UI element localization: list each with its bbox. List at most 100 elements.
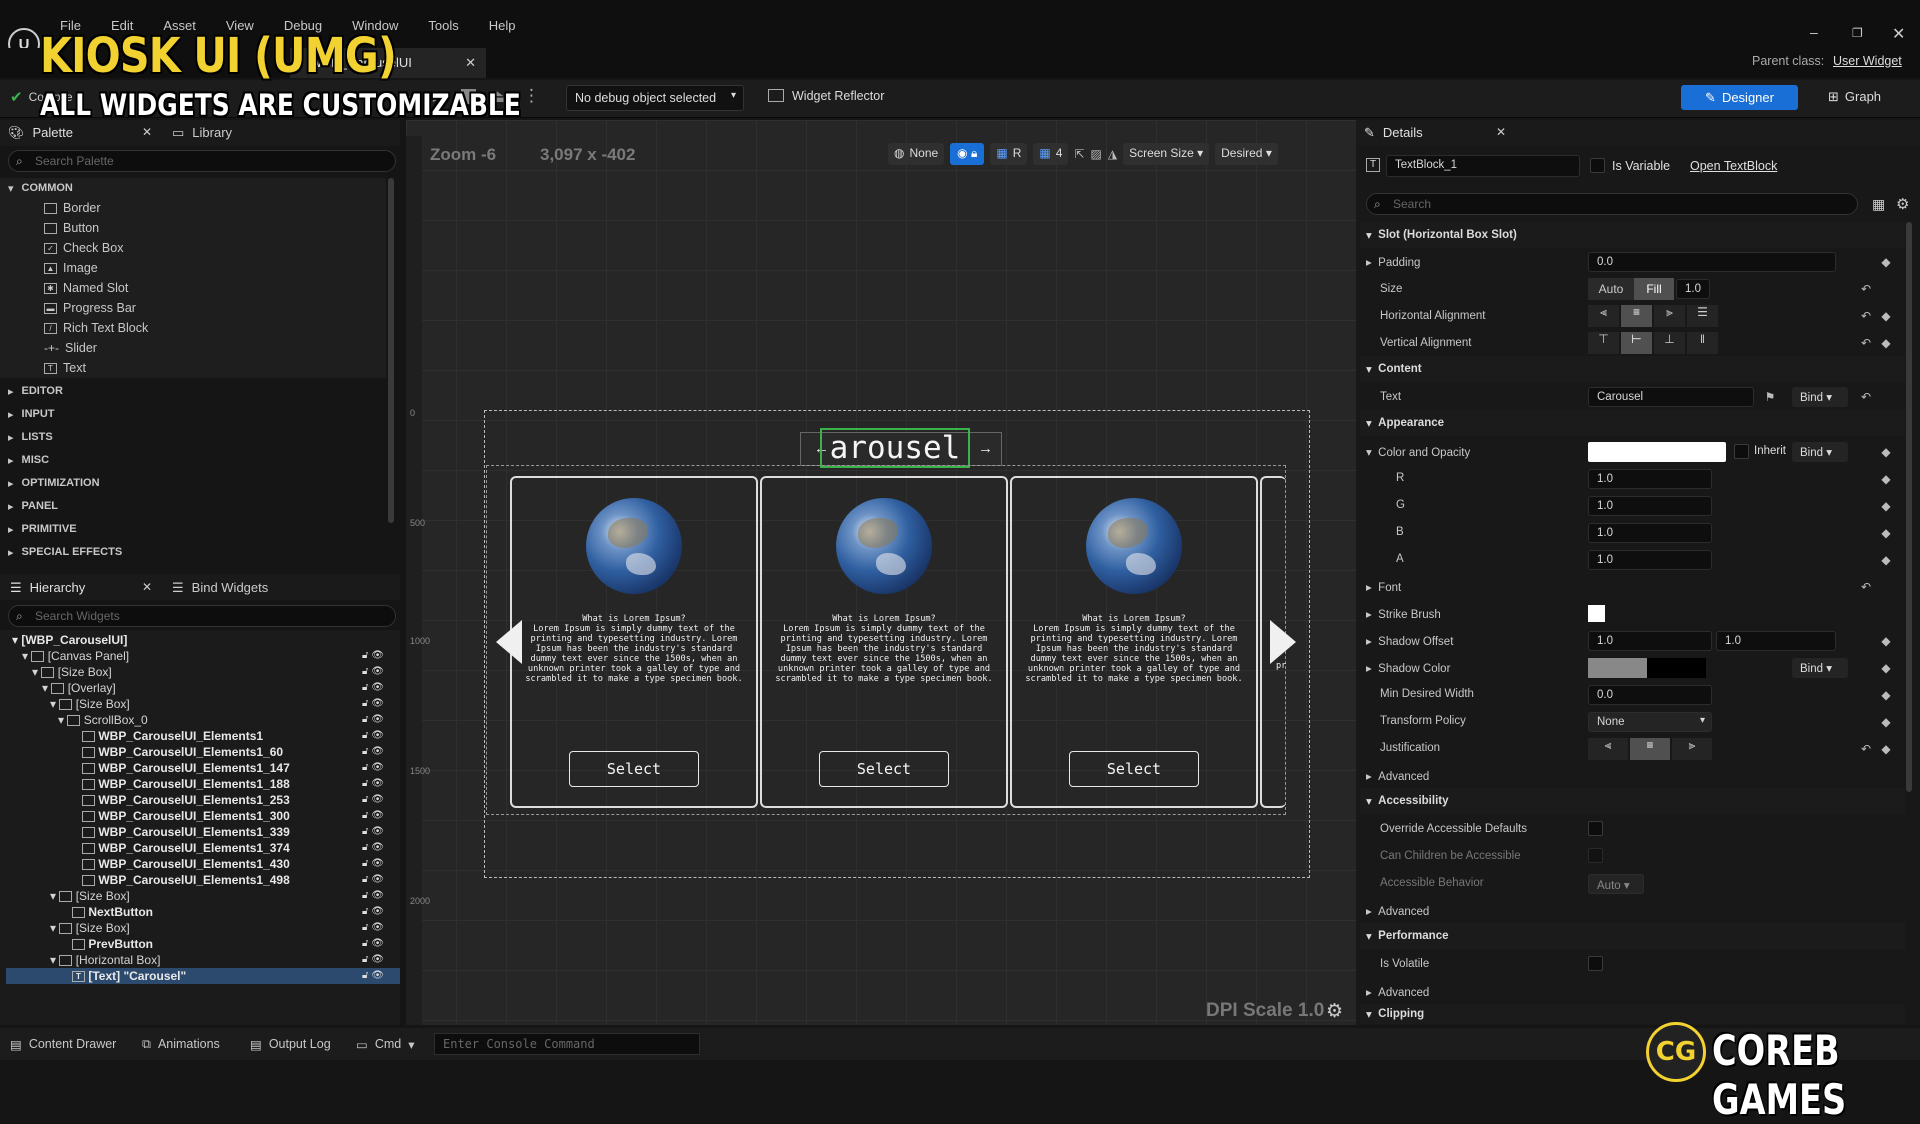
palette-item-border[interactable]: Border (44, 201, 101, 215)
lock-eye-icon[interactable]: 🔓︎ 👁︎ (362, 824, 396, 840)
tree-row-element[interactable]: WBP_CarouselUI_Elements1_253 (82, 792, 290, 808)
maximize-button[interactable]: ❐ (1852, 26, 1863, 40)
diamond-icon[interactable]: ◆ (1876, 739, 1896, 759)
align-fill-icon[interactable]: ☰ (1687, 305, 1718, 327)
section-performance[interactable]: ▾ Performance (1360, 923, 1905, 949)
lock-eye-icon[interactable]: 🔓︎ 👁︎ (362, 792, 396, 808)
cmd-select[interactable]: ▭ Cmd ▾ (356, 1037, 415, 1052)
lock-eye-icon[interactable]: 🔓︎ 👁︎ (362, 776, 396, 792)
reset-arrow-icon[interactable]: ↶ (1856, 279, 1876, 299)
diamond-icon[interactable]: ◆ (1876, 658, 1896, 678)
flag-icon[interactable]: ⚑ (1760, 387, 1780, 407)
align-right-icon[interactable]: ⫸ (1654, 305, 1685, 327)
override-accessible-checkbox[interactable] (1588, 821, 1603, 836)
close-window-button[interactable]: ✕ (1892, 24, 1905, 44)
shadow-offset-y-field[interactable]: 1.0 (1716, 631, 1836, 651)
flip-icon[interactable]: ◮ (1108, 147, 1117, 161)
lock-eye-icon[interactable]: 🔓︎ 👁︎ (362, 696, 396, 712)
hierarchy-search-input[interactable]: ⌕ Search Widgets (8, 605, 396, 627)
tab-bind-widgets[interactable]: ☰ Bind Widgets (172, 580, 268, 596)
tree-row-size-box[interactable]: ▾ [Size Box] (50, 696, 130, 712)
console-input[interactable]: Enter Console Command (434, 1033, 700, 1055)
reset-arrow-icon[interactable]: ↶ (1856, 306, 1876, 326)
debug-object-select[interactable]: No debug object selected ▾ (566, 85, 744, 111)
tree-row-element[interactable]: WBP_CarouselUI_Elements1 (82, 728, 263, 744)
select-button[interactable]: Select (1069, 751, 1199, 787)
color-bind-button[interactable]: Bind ▾ (1792, 442, 1848, 462)
diamond-icon[interactable]: ◆ (1876, 306, 1896, 326)
graph-button[interactable]: ⊞ Graph (1828, 89, 1881, 105)
tree-row-element[interactable]: WBP_CarouselUI_Elements1_339 (82, 824, 290, 840)
section-clipping[interactable]: ▾ Clipping (1360, 1004, 1905, 1024)
lock-eye-icon[interactable]: 🔓︎ 👁︎ (362, 648, 396, 664)
align-center-icon[interactable]: ≡ (1621, 305, 1652, 327)
inherit-checkbox[interactable] (1734, 444, 1749, 459)
palette-item-check-box[interactable]: ✓ Check Box (44, 241, 123, 255)
lock-eye-icon[interactable]: 🔓︎ 👁︎ (362, 920, 396, 936)
settings-gear-icon[interactable]: ⚙ (1896, 195, 1909, 213)
lock-eye-icon[interactable]: 🔓︎ 👁︎ (362, 744, 396, 760)
lock-eye-icon[interactable]: 🔓︎ 👁︎ (362, 888, 396, 904)
category-lists[interactable]: ▸ LISTS (8, 427, 53, 447)
tree-row-scrollbox[interactable]: ▾ ScrollBox_0 (58, 712, 148, 728)
tree-row-next-button[interactable]: NextButton (72, 904, 153, 920)
palette-search-input[interactable]: ⌕ Search Palette (8, 150, 396, 172)
diamond-icon[interactable]: ◆ (1876, 333, 1896, 353)
section-content[interactable]: ▾ Content (1360, 356, 1905, 382)
select-button[interactable]: Select (569, 751, 699, 787)
valign-top-icon[interactable]: ⊤ (1588, 332, 1619, 354)
is-variable-checkbox[interactable] (1590, 158, 1605, 173)
a-field[interactable]: 1.0 (1588, 550, 1712, 570)
palette-item-slider[interactable]: -+- Slider (44, 341, 97, 355)
dpi-settings-gear-icon[interactable]: ⚙ (1326, 1000, 1343, 1023)
padding-field[interactable]: 0.0 (1588, 252, 1836, 272)
tab-hierarchy[interactable]: ☰ Hierarchy (10, 580, 85, 596)
diamond-icon[interactable]: ◆ (1876, 631, 1896, 651)
menu-tools[interactable]: Tools (428, 18, 458, 33)
tree-row-text-carousel[interactable]: T [Text] "Carousel" (72, 968, 186, 984)
details-scrollbar[interactable] (1906, 222, 1912, 792)
tree-row-element[interactable]: WBP_CarouselUI_Elements1_300 (82, 808, 290, 824)
justify-left-icon[interactable]: ⫷ (1588, 738, 1628, 760)
strike-brush-label[interactable]: ▸ Strike Brush (1366, 607, 1441, 621)
tree-row-element[interactable]: WBP_CarouselUI_Elements1_374 (82, 840, 290, 856)
tab-library[interactable]: ▭ Library (172, 125, 232, 141)
category-input[interactable]: ▸ INPUT (8, 404, 55, 424)
details-search-input[interactable]: ⌕ Search (1366, 193, 1858, 215)
tree-row-element[interactable]: WBP_CarouselUI_Elements1_498 (82, 872, 290, 888)
category-special-effects[interactable]: ▸ SPECIAL EFFECTS (8, 542, 122, 562)
lock-eye-icon[interactable]: 🔓︎ 👁︎ (362, 664, 396, 680)
section-slot[interactable]: ▾ Slot (Horizontal Box Slot) (1360, 222, 1905, 248)
shadow-color-label[interactable]: ▸ Shadow Color (1366, 661, 1450, 675)
diamond-icon[interactable]: ◆ (1876, 442, 1896, 462)
section-appearance[interactable]: ▾ Appearance (1360, 410, 1905, 436)
advanced-expander[interactable]: ▸ Advanced (1366, 769, 1429, 783)
none-toggle[interactable]: ◍ None (888, 143, 945, 165)
close-tab-icon[interactable]: ✕ (465, 55, 476, 71)
image-toggle-icon[interactable]: ▨ (1090, 147, 1101, 161)
palette-item-named-slot[interactable]: ✱ Named Slot (44, 281, 128, 295)
screen-size-select[interactable]: Screen Size ▾ (1123, 143, 1210, 165)
size-fill-button[interactable]: Fill (1634, 278, 1674, 300)
shadow-offset-label[interactable]: ▸ Shadow Offset (1366, 634, 1453, 648)
category-common[interactable]: ▾ COMMON (8, 178, 73, 198)
open-textblock-link[interactable]: Open TextBlock (1690, 159, 1777, 173)
tab-details[interactable]: ✎ Details (1364, 125, 1423, 141)
menu-help[interactable]: Help (489, 18, 516, 33)
diamond-icon[interactable]: ◆ (1876, 252, 1896, 272)
tree-row-canvas-panel[interactable]: ▾ [Canvas Panel] (22, 648, 129, 664)
select-button[interactable]: Select (819, 751, 949, 787)
tab-palette[interactable]: 🎨︎ Palette (8, 125, 73, 141)
lock-eye-icon[interactable]: 🔓︎ 👁︎ (362, 712, 396, 728)
tree-row-element[interactable]: WBP_CarouselUI_Elements1_430 (82, 856, 290, 872)
widget-name-field[interactable]: TextBlock_1 (1386, 155, 1580, 177)
diamond-icon[interactable]: ◆ (1876, 469, 1896, 489)
content-drawer-button[interactable]: ▤ Content Drawer (10, 1037, 116, 1052)
palette-item-image[interactable]: ▲ Image (44, 261, 98, 275)
output-log-button[interactable]: ▤ Output Log (250, 1037, 331, 1052)
shadow-color-swatch[interactable] (1588, 658, 1706, 678)
reset-arrow-icon[interactable]: ↶ (1856, 739, 1876, 759)
diamond-icon[interactable]: ◆ (1876, 685, 1896, 705)
lock-eye-icon[interactable]: 🔓︎ 👁︎ (362, 680, 396, 696)
grid-toggle[interactable]: ▦ 4 (1033, 143, 1069, 165)
